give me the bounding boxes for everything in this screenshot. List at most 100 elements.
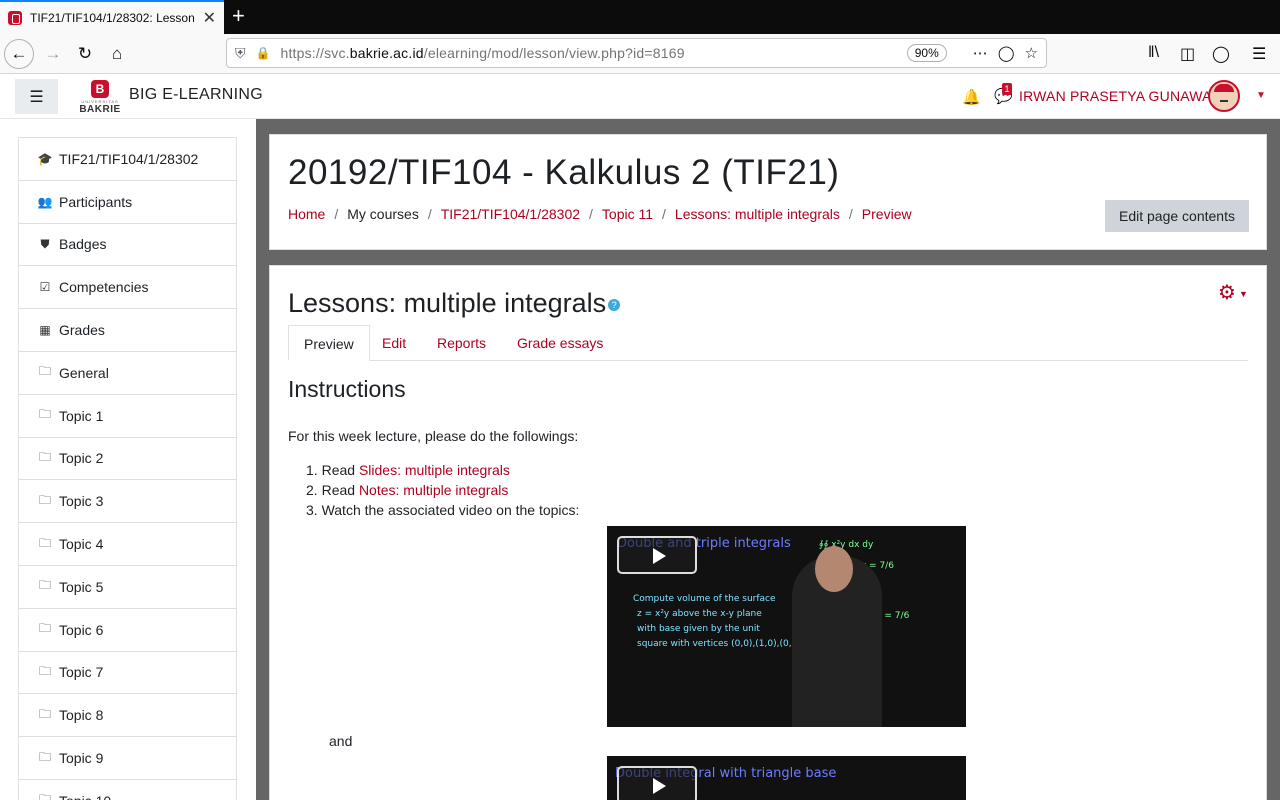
play-button[interactable]	[617, 766, 697, 800]
forward-button[interactable]: →	[38, 39, 68, 69]
settings-caret-icon[interactable]: ▼	[1239, 289, 1248, 299]
sidebar-item[interactable]: 🗀 General	[19, 352, 236, 395]
notifications-bell-icon[interactable]: 🔔	[962, 88, 981, 106]
intro-text: For this week lecture, please do the fol…	[288, 428, 579, 444]
zoom-level[interactable]: 90%	[906, 44, 947, 62]
sidebar-item[interactable]: 🗀 Topic 9	[19, 737, 236, 780]
back-button[interactable]: ←	[4, 39, 34, 69]
list-number: 1.	[306, 462, 318, 478]
notes-link[interactable]: Notes: multiple integrals	[359, 482, 508, 498]
site-header: ☰ B UNIVERSITAS BAKRIE BIG E-LEARNING 🔔 …	[0, 74, 1280, 119]
reload-button[interactable]: ↻	[70, 39, 100, 69]
home-button[interactable]: ⌂	[102, 39, 132, 69]
list-text: Read	[321, 482, 359, 498]
users-icon: 👥	[37, 194, 53, 209]
video-player[interactable]: Double and triple integrals Compute volu…	[607, 526, 966, 727]
sidebar-item[interactable]: 🗀 Topic 10	[19, 780, 236, 800]
sidebar-item[interactable]: ▦ Grades	[19, 309, 236, 352]
site-name[interactable]: BIG E-LEARNING	[129, 86, 263, 104]
user-avatar[interactable]	[1208, 80, 1240, 112]
message-count-badge: 1	[1002, 83, 1012, 95]
folder-icon: 🗀	[38, 364, 51, 379]
settings-gear-icon[interactable]: ⚙ ▼	[1218, 280, 1248, 305]
tab-grade-essays[interactable]: Grade essays	[502, 325, 618, 361]
site-logo[interactable]: B UNIVERSITAS BAKRIE	[76, 80, 124, 115]
sidebar-item-label: Topic 2	[59, 450, 104, 467]
breadcrumb-separator: /	[427, 206, 432, 222]
folder-icon: 🗀	[38, 663, 51, 678]
help-icon[interactable]: ?	[608, 298, 621, 311]
sidebar-item[interactable]: 🗀 Topic 5	[19, 566, 236, 609]
tracking-protection-icon[interactable]: ⛨	[235, 45, 246, 62]
browser-toolbar: ← → ↻ ⌂ ⛨ 🔒 https://svc.bakrie.ac.id/ele…	[0, 34, 1280, 74]
video-line: Compute volume of the surface	[633, 594, 776, 604]
folder-icon: 🗀	[38, 621, 51, 636]
logo-mark-icon: B	[91, 80, 109, 98]
lesson-title: Lessons: multiple integrals?	[288, 288, 621, 319]
course-title: 20192/TIF104 - Kalkulus 2 (TIF21)	[288, 153, 840, 192]
sidebar-item[interactable]: 🎓 TIF21/TIF104/1/28302	[19, 138, 236, 181]
list-item: 2. Read Notes: multiple integrals	[306, 482, 579, 502]
lesson-card: Lessons: multiple integrals? ⚙ ▼ Preview …	[269, 265, 1267, 800]
sidebar-item[interactable]: 🗀 Topic 8	[19, 694, 236, 738]
breadcrumb-separator: /	[334, 206, 339, 222]
breadcrumb-item[interactable]: Topic 11	[602, 206, 653, 222]
folder-icon: 🗀	[38, 578, 51, 593]
breadcrumb-item[interactable]: Preview	[862, 206, 912, 222]
user-menu-caret-icon[interactable]: ▼	[1256, 90, 1266, 101]
nav-drawer-list: 🎓 TIF21/TIF104/1/28302 👥 Participants ⛊ Badge…	[18, 137, 237, 800]
play-button[interactable]	[617, 536, 697, 574]
edit-page-contents-button[interactable]: Edit page contents	[1105, 200, 1249, 232]
browser-tab[interactable]: TIF21/TIF104/1/28302: Lesson ✕	[0, 0, 224, 34]
lecturer-head	[815, 546, 853, 592]
sidebar-toggle-icon[interactable]: ◫	[1180, 44, 1195, 64]
drawer-toggle-button[interactable]: ☰	[15, 79, 58, 114]
sidebar-item[interactable]: 🗀 Topic 6	[19, 609, 236, 652]
sidebar-item-label: Topic 8	[59, 707, 104, 724]
sidebar-item[interactable]: ☑ Competencies	[19, 266, 236, 310]
new-tab-button[interactable]: +	[232, 4, 252, 28]
list-text: Read	[321, 462, 359, 478]
folder-icon: 🗀	[38, 792, 51, 800]
sidebar-item[interactable]: 🗀 Topic 4	[19, 523, 236, 566]
browser-tab-title: TIF21/TIF104/1/28302: Lesson	[30, 11, 195, 25]
pocket-icon[interactable]: ◯	[998, 44, 1015, 62]
sidebar-item[interactable]: 🗀 Topic 2	[19, 438, 236, 481]
sidebar-item-label: TIF21/TIF104/1/28302	[59, 150, 199, 167]
lesson-title-text: Lessons: multiple integrals	[288, 288, 607, 318]
tab-preview[interactable]: Preview	[288, 325, 370, 361]
breadcrumb-item[interactable]: Home	[288, 206, 325, 222]
folder-icon: 🗀	[38, 407, 51, 422]
shield-icon: ⛊	[40, 236, 50, 251]
breadcrumb-item[interactable]: Lessons: multiple integrals	[675, 206, 840, 222]
address-bar[interactable]: ⛨ 🔒 https://svc.bakrie.ac.id/elearning/m…	[226, 38, 1047, 68]
browser-tab-bar: TIF21/TIF104/1/28302: Lesson ✕ +	[0, 0, 1280, 34]
sidebar-item[interactable]: 🗀 Topic 7	[19, 652, 236, 695]
menu-icon[interactable]: ☰	[1252, 44, 1266, 64]
account-icon[interactable]: ◯	[1212, 44, 1230, 64]
library-icon[interactable]: ‖\	[1148, 44, 1159, 62]
page-actions-icon[interactable]: ⋯	[973, 44, 988, 62]
list-item: 3. Watch the associated video on the top…	[306, 502, 579, 522]
tab-edit[interactable]: Edit	[367, 325, 421, 361]
user-name[interactable]: IRWAN PRASETYA GUNAWAN	[1019, 88, 1222, 104]
sidebar-item-label: Topic 6	[59, 621, 104, 638]
sidebar-item[interactable]: ⛊ Badges	[19, 224, 236, 267]
bookmark-star-icon[interactable]: ☆	[1025, 44, 1038, 62]
lock-icon[interactable]: 🔒	[256, 46, 271, 60]
instruction-list: 1. Read Slides: multiple integrals 2. Re…	[306, 462, 579, 522]
breadcrumb-item[interactable]: TIF21/TIF104/1/28302	[441, 206, 580, 222]
breadcrumb: Home / My courses / TIF21/TIF104/1/28302 / Top…	[288, 206, 912, 222]
messages-icon[interactable]: 💬 1	[994, 83, 1013, 105]
url-text[interactable]: https://svc.bakrie.ac.id/elearning/mod/l…	[280, 45, 906, 61]
slides-link[interactable]: Slides: multiple integrals	[359, 462, 510, 478]
sidebar-item[interactable]: 👥 Participants	[19, 181, 236, 224]
breadcrumb-item: My courses	[347, 206, 419, 222]
folder-icon: 🗀	[38, 492, 51, 507]
tab-reports[interactable]: Reports	[422, 325, 501, 361]
sidebar-item[interactable]: 🗀 Topic 1	[19, 395, 236, 438]
video-line: z = x²y above the x-y plane	[637, 609, 762, 619]
sidebar-item[interactable]: 🗀 Topic 3	[19, 480, 236, 524]
close-tab-icon[interactable]: ✕	[203, 8, 216, 28]
video-player[interactable]: Double integral with triangle base	[607, 756, 966, 800]
